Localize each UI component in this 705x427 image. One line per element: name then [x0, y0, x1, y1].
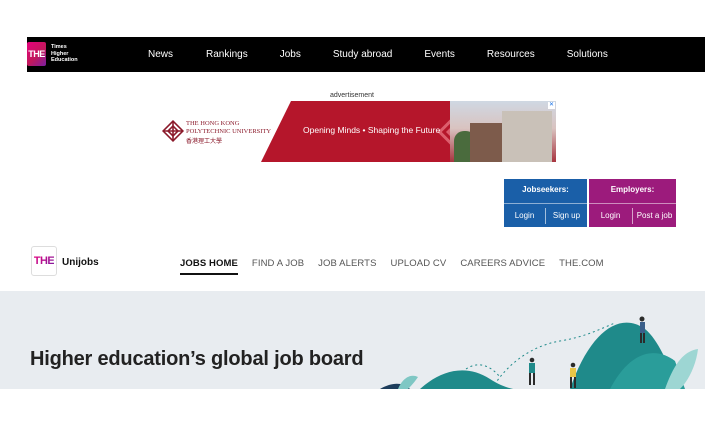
nav-link-solutions[interactable]: Solutions	[567, 49, 608, 60]
jobseekers-title: Jobseekers:	[522, 185, 569, 194]
nav-link-study-abroad[interactable]: Study abroad	[333, 49, 393, 60]
tab-upload-cv[interactable]: UPLOAD CV	[391, 258, 447, 275]
unijobs-logo[interactable]: THE	[31, 246, 57, 276]
page: THE Times Higher Education News Rankings…	[0, 0, 705, 427]
polyu-name: The Hong Kong Polytechnic University	[186, 120, 271, 136]
polyu-name-line: The Hong Kong	[186, 120, 240, 127]
nav-link-rankings[interactable]: Rankings	[206, 49, 248, 60]
advertisement-banner[interactable]: The Hong Kong Polytechnic University 香港理…	[158, 101, 556, 162]
ad-close-icon[interactable]: ✕	[548, 102, 555, 109]
unijobs-name[interactable]: Unijobs	[62, 257, 99, 268]
tab-the-com[interactable]: THE.COM	[559, 258, 604, 275]
unijobs-logo-text: THE	[33, 255, 55, 267]
polyu-logo-icon	[162, 120, 184, 142]
advertisement-label: advertisement	[330, 92, 374, 99]
page-content-area	[0, 389, 705, 427]
jobseekers-panel: Jobseekers: Login Sign up	[504, 179, 587, 227]
employers-panel: Employers: Login Post a job	[589, 179, 676, 227]
brand-line: Education	[51, 57, 78, 63]
employers-title: Employers:	[610, 185, 655, 194]
employers-actions: Login Post a job	[589, 203, 676, 227]
ad-campus-photo	[450, 101, 556, 162]
jobseekers-login-link[interactable]: Login	[504, 211, 545, 220]
nav-link-news[interactable]: News	[148, 49, 173, 60]
polyu-name-chinese: 香港理工大學	[186, 139, 223, 145]
person-figure-icon	[529, 357, 535, 385]
employers-login-link[interactable]: Login	[589, 211, 632, 220]
jobseekers-signup-link[interactable]: Sign up	[546, 211, 587, 220]
nav-link-resources[interactable]: Resources	[487, 49, 535, 60]
hero-banner: Higher education’s global job board	[0, 291, 705, 389]
tab-find-a-job[interactable]: FIND A JOB	[252, 258, 304, 275]
nav-link-jobs[interactable]: Jobs	[280, 49, 301, 60]
hero-illustration	[380, 316, 698, 389]
ad-slogan: Opening Minds • Shaping the Future	[303, 125, 441, 135]
tab-job-alerts[interactable]: JOB ALERTS	[318, 258, 376, 275]
the-logo-text: THE	[28, 49, 45, 59]
hero-title: Higher education’s global job board	[30, 348, 364, 370]
top-navigation: THE Times Higher Education News Rankings…	[27, 37, 705, 72]
ad-university-block: The Hong Kong Polytechnic University 香港理…	[158, 101, 276, 162]
topnav-links: News Rankings Jobs Study abroad Events R…	[148, 37, 640, 72]
tab-jobs-home[interactable]: JOBS HOME	[180, 258, 238, 275]
nav-link-events[interactable]: Events	[424, 49, 455, 60]
unijobs-navigation: JOBS HOME FIND A JOB JOB ALERTS UPLOAD C…	[180, 258, 618, 275]
brand-name[interactable]: Times Higher Education	[51, 44, 78, 64]
jobseekers-actions: Login Sign up	[504, 203, 587, 227]
tab-careers-advice[interactable]: CAREERS ADVICE	[460, 258, 545, 275]
polyu-name-line: Polytechnic University	[186, 128, 272, 135]
the-logo[interactable]: THE	[27, 42, 46, 66]
employers-post-job-link[interactable]: Post a job	[633, 211, 676, 220]
